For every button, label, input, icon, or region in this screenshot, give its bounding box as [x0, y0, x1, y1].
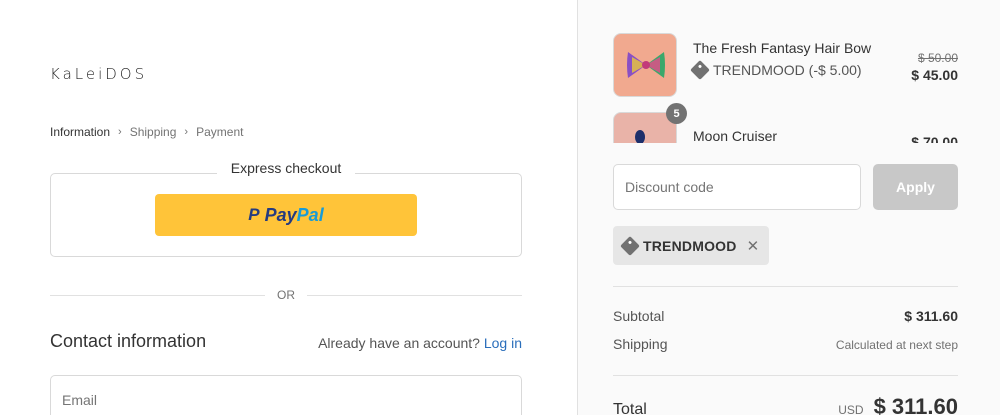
login-link[interactable]: Log in	[484, 335, 522, 351]
email-field[interactable]	[50, 375, 522, 415]
express-checkout-title: Express checkout	[216, 160, 356, 176]
shipping-row: Shipping Calculated at next step	[613, 336, 958, 352]
product-thumbnail	[613, 33, 677, 97]
total-row: Total USD $ 311.60	[613, 394, 958, 415]
product-name: The Fresh Fantasy Hair Bow	[693, 40, 872, 56]
express-checkout-box: P Pay Pal	[50, 173, 522, 257]
summary-divider	[613, 375, 958, 376]
product-original-price: $ 50.00	[917, 51, 958, 65]
close-icon[interactable]: ✕	[747, 237, 760, 255]
applied-discount-code: TRENDMOOD	[643, 237, 737, 254]
paypal-pal-text: Pal	[296, 204, 324, 225]
account-prompt: Already have an account? Log in	[318, 335, 522, 351]
divider-line	[50, 294, 265, 296]
quantity-badge: 5	[666, 103, 687, 124]
total-label: Total	[613, 401, 647, 415]
product-item: 5 Moon Cruiser $ 70.00	[613, 103, 958, 143]
summary-divider	[613, 286, 958, 287]
product-discount: TRENDMOOD (-$ 5.00)	[690, 60, 862, 80]
shipping-value: Calculated at next step	[835, 338, 958, 352]
apply-discount-button[interactable]: Apply	[873, 164, 958, 210]
breadcrumb-payment: Payment	[196, 125, 244, 139]
paypal-p-icon: P	[248, 205, 260, 224]
applied-discount-chip: TRENDMOOD ✕	[613, 226, 770, 265]
account-prompt-text: Already have an account?	[318, 335, 480, 351]
product-discount-label: TRENDMOOD (-$ 5.00)	[713, 62, 862, 78]
subtotal-label: Subtotal	[613, 308, 665, 324]
checkout-main: KaLeiDOS Information › Shipping › Paymen…	[0, 0, 577, 415]
contact-information-heading: Contact information	[50, 331, 207, 351]
product-price: $ 70.00	[911, 134, 958, 143]
express-checkout-title-wrap: Express checkout	[50, 160, 522, 178]
or-label: OR	[277, 288, 295, 302]
paypal-button[interactable]: P Pay Pal	[155, 194, 417, 236]
breadcrumb: Information › Shipping › Payment	[50, 125, 243, 139]
product-item: The Fresh Fantasy Hair Bow TRENDMOOD (-$…	[613, 33, 958, 97]
currency-code: USD	[838, 403, 864, 415]
discount-code-input[interactable]	[613, 164, 861, 210]
tag-icon	[690, 60, 710, 80]
product-name: Moon Cruiser	[693, 128, 778, 143]
shipping-label: Shipping	[613, 336, 668, 352]
paypal-pay-text: Pay	[264, 204, 297, 225]
store-logo[interactable]: KaLeiDOS	[50, 65, 147, 83]
or-divider: OR	[50, 287, 522, 303]
breadcrumb-shipping: Shipping	[129, 125, 177, 139]
chevron-right-icon: ›	[184, 126, 189, 138]
order-summary: The Fresh Fantasy Hair Bow TRENDMOOD (-$…	[577, 0, 1000, 415]
product-price: $ 45.00	[911, 67, 958, 83]
subtotal-value: $ 311.60	[904, 308, 958, 324]
total-amount: USD $ 311.60	[838, 394, 958, 415]
chevron-right-icon: ›	[118, 126, 122, 138]
total-value: $ 311.60	[873, 394, 958, 415]
hair-bow-image	[627, 52, 665, 78]
tag-icon	[620, 235, 640, 256]
product-list[interactable]: The Fresh Fantasy Hair Bow TRENDMOOD (-$…	[613, 0, 958, 143]
breadcrumb-information[interactable]: Information	[50, 125, 110, 139]
divider-line	[307, 294, 522, 296]
subtotal-row: Subtotal $ 311.60	[613, 308, 958, 324]
